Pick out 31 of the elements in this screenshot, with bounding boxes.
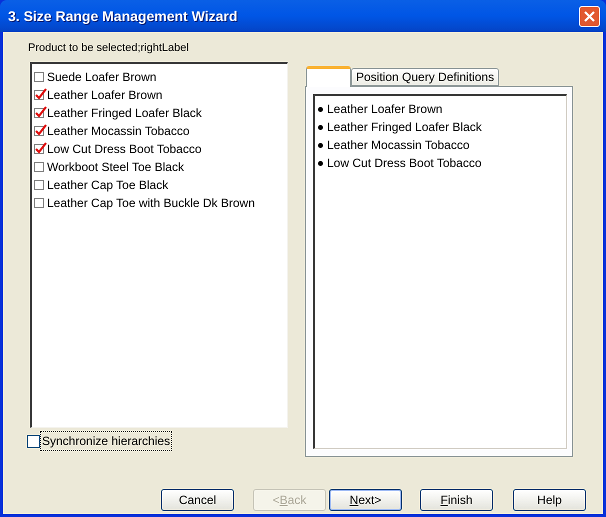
definition-item: Leather Fringed Loafer Black [318, 118, 566, 136]
product-item[interactable]: Leather Loafer Brown [34, 86, 287, 104]
tab[interactable]: Position Query Definitions [351, 68, 500, 86]
definition-item: Leather Mocassin Tobacco [318, 136, 566, 154]
checkbox[interactable] [34, 162, 44, 172]
checkbox[interactable] [34, 108, 44, 118]
product-item[interactable]: Workboot Steel Toe Black [34, 158, 287, 176]
product-item[interactable]: Leather Mocassin Tobacco [34, 122, 287, 140]
checkbox[interactable] [34, 72, 44, 82]
dialog-button[interactable]: Finish [420, 489, 493, 511]
checkbox[interactable] [27, 434, 40, 448]
product-item[interactable]: Suede Loafer Brown [34, 68, 287, 86]
checkbox[interactable] [34, 90, 44, 100]
window-title: 3. Size Range Management Wizard [8, 6, 238, 26]
list-label: Product to be selected;rightLabel [28, 41, 190, 56]
checkbox[interactable] [34, 198, 44, 208]
checkbox[interactable] [34, 126, 44, 136]
close-icon [584, 10, 595, 22]
product-item[interactable]: Leather Cap Toe Black [34, 176, 287, 194]
definition-item: Low Cut Dress Boot Tobacco [318, 154, 566, 172]
product-item[interactable]: Leather Fringed Loafer Black [34, 104, 287, 122]
definition-item: Leather Loafer Brown [318, 100, 566, 118]
checkbox[interactable] [34, 180, 44, 190]
close-button[interactable] [579, 6, 600, 26]
checkbox[interactable] [34, 144, 44, 154]
product-item[interactable]: Leather Cap Toe with Buckle Dk Brown [34, 194, 287, 212]
tab[interactable] [306, 66, 351, 87]
dialog-button[interactable]: Next> [329, 489, 402, 511]
product-item[interactable]: Low Cut Dress Boot Tobacco [34, 140, 287, 158]
dialog-button[interactable]: Help [513, 489, 586, 511]
dialog-button[interactable]: Cancel [161, 489, 234, 511]
